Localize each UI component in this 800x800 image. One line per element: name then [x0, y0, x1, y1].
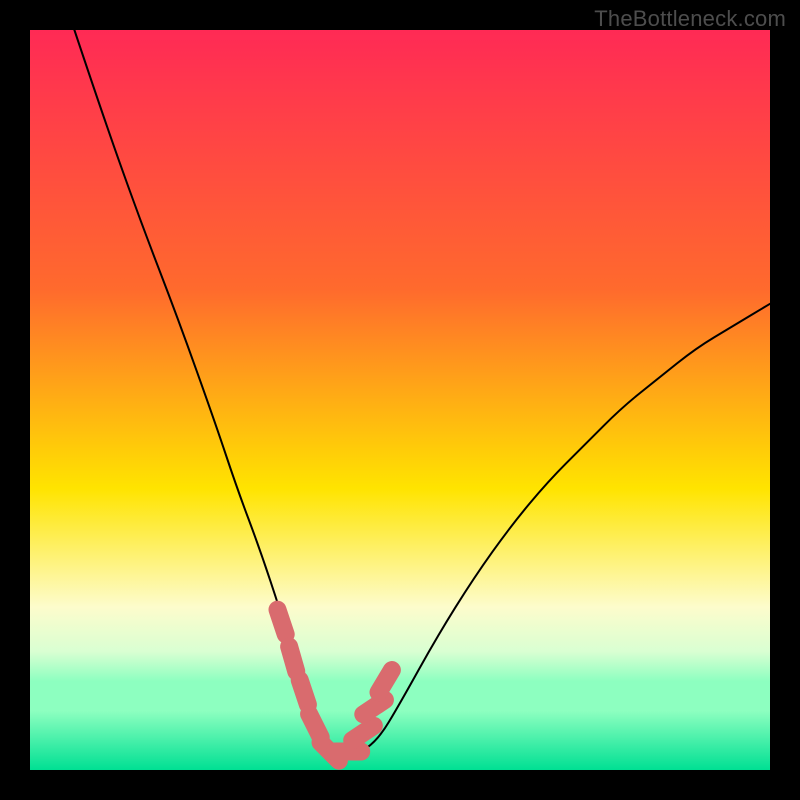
marker-capsule: [300, 680, 308, 705]
marker-capsule: [352, 726, 374, 740]
marker-capsule: [363, 700, 385, 714]
chart-stage: TheBottleneck.com: [0, 0, 800, 800]
plot-background: [30, 30, 770, 770]
marker-capsule: [277, 610, 285, 635]
marker-capsule: [289, 647, 296, 672]
marker-capsule: [379, 670, 392, 692]
bottleneck-chart: [0, 0, 800, 800]
